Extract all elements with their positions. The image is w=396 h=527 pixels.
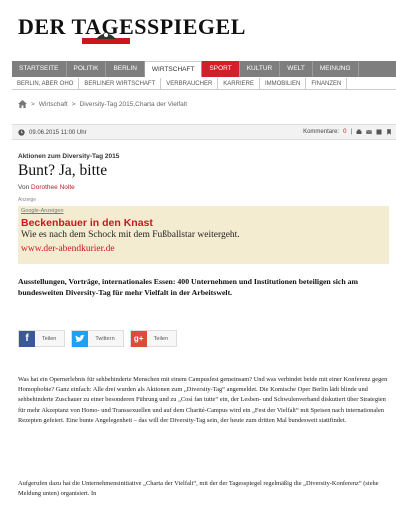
- twitter-share-button[interactable]: Twittern: [71, 330, 124, 347]
- comments-label[interactable]: Kommentare:: [303, 129, 339, 135]
- breadcrumb-separator: >: [71, 100, 76, 108]
- clock-icon: [18, 129, 25, 136]
- home-icon[interactable]: [18, 100, 27, 108]
- google-plus-share-button[interactable]: g+ Teilen: [129, 330, 178, 347]
- nav-item-politik[interactable]: POLITIK: [67, 61, 107, 77]
- ad-title[interactable]: Beckenbauer in den Knast: [21, 217, 153, 229]
- share-bar: f Teilen Twittern g+ Teilen: [18, 330, 178, 347]
- subnav-item-berliner-wirtschaft[interactable]: BERLINER WIRTSCHAFT: [79, 78, 162, 89]
- ad-marker: Anzeige: [18, 197, 37, 203]
- subnav-item-berlin-aber-oho[interactable]: BERLIN, ABER OHO: [12, 78, 80, 89]
- twitter-icon: [72, 330, 89, 347]
- ad-text: Wie es nach dem Schock mit dem Fußballst…: [21, 230, 240, 240]
- breadcrumb-separator: >: [31, 100, 35, 108]
- comments-count[interactable]: 0: [343, 129, 346, 135]
- twitter-share-label: Twittern: [95, 335, 115, 342]
- site-logo[interactable]: DER TAGESSPIEGEL: [18, 14, 245, 46]
- article-title: Bunt? Ja, bitte: [18, 162, 108, 179]
- meta-separator: |: [350, 129, 352, 135]
- article-kicker: Aktionen zum Diversity-Tag 2015: [18, 153, 120, 160]
- nav-item-kultur[interactable]: KULTUR: [240, 61, 281, 77]
- article-meta-bar: 09.06.2015 11:00 Uhr Kommentare: 0 |: [12, 124, 396, 140]
- facebook-share-button[interactable]: f Teilen: [18, 330, 66, 347]
- main-nav: STARTSEITE POLITIK BERLIN WIRTSCHAFT SPO…: [12, 61, 396, 77]
- nav-item-wirtschaft[interactable]: WIRTSCHAFT: [144, 61, 203, 77]
- facebook-icon: f: [19, 330, 35, 347]
- nav-item-berlin[interactable]: BERLIN: [106, 61, 145, 77]
- bookmark-icon[interactable]: [386, 129, 392, 135]
- print-icon[interactable]: [356, 129, 362, 135]
- article-paragraph-2: Aufgerufen dazu hat die Unternehmensinit…: [18, 480, 379, 498]
- eagle-emblem-icon: [82, 32, 130, 44]
- nav-item-startseite[interactable]: STARTSEITE: [12, 61, 67, 77]
- nav-item-sport[interactable]: SPORT: [202, 61, 240, 77]
- article-author-line: Von Dorothee Nolte: [18, 184, 75, 191]
- facebook-share-label: Teilen: [42, 335, 57, 342]
- share-icon[interactable]: [376, 129, 382, 135]
- google-plus-share-label: Teilen: [153, 335, 169, 342]
- subnav-item-verbraucher[interactable]: VERBRAUCHER: [161, 78, 219, 89]
- breadcrumb: > Wirtschaft > Diversity-Tag 2015,Charta…: [18, 100, 187, 108]
- google-plus-icon: g+: [130, 330, 147, 347]
- article-lead: Ausstellungen, Vorträge, internationales…: [18, 277, 359, 297]
- ad-url[interactable]: www.der-abendkurier.de: [21, 244, 115, 254]
- subnav-item-finanzen[interactable]: FINANZEN: [306, 78, 348, 89]
- nav-item-welt[interactable]: WELT: [280, 61, 313, 77]
- author-link[interactable]: Dorothee Nolte: [31, 184, 75, 191]
- publish-date: 09.06.2015 11:00 Uhr: [29, 129, 87, 136]
- ad-label[interactable]: Google-Anzeigen: [21, 208, 64, 214]
- subnav-item-karriere[interactable]: KARRIERE: [218, 78, 260, 89]
- subnav-item-immobilien[interactable]: IMMOBILIEN: [260, 78, 307, 89]
- breadcrumb-current: Diversity-Tag 2015,Charta der Vielfalt: [79, 100, 188, 108]
- google-ad-box[interactable]: Google-Anzeigen Beckenbauer in den Knast…: [18, 206, 389, 264]
- sub-nav: BERLIN, ABER OHO BERLINER WIRTSCHAFT VER…: [12, 78, 396, 90]
- author-prefix: Von: [18, 184, 30, 191]
- article-paragraph-1: Was hat ein Opernerlebnis für sehbehinde…: [18, 376, 388, 424]
- nav-item-meinung[interactable]: MEINUNG: [313, 61, 359, 77]
- breadcrumb-section[interactable]: Wirtschaft: [39, 101, 68, 108]
- mail-icon[interactable]: [366, 129, 372, 135]
